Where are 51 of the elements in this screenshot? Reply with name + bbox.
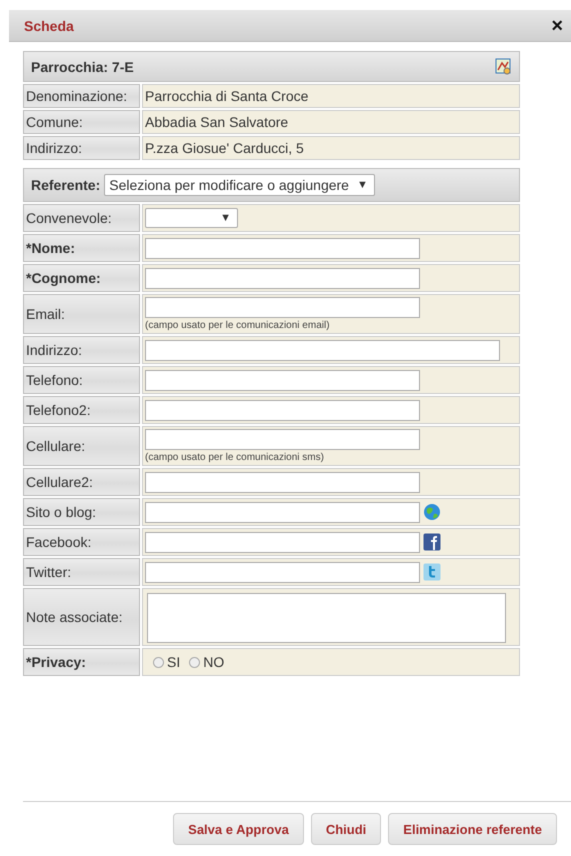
parish-title: Parrocchia: 7-E — [31, 58, 134, 74]
input-field[interactable] — [145, 472, 420, 492]
field-hint: (campo usato per le comunicazioni email) — [145, 320, 330, 331]
close-button[interactable]: × — [549, 16, 565, 36]
input-field[interactable] — [145, 532, 420, 552]
field-label: Note associate: — [23, 588, 140, 646]
field-label: Denominazione: — [23, 84, 140, 108]
globe-icon[interactable] — [423, 503, 441, 521]
field-label: *Nome: — [23, 234, 140, 262]
field-label: Email: — [23, 294, 140, 334]
t-logo-icon[interactable] — [423, 563, 441, 581]
field-label: Comune: — [23, 110, 140, 134]
input-field[interactable] — [145, 502, 420, 522]
field-label: Cellulare: — [23, 426, 140, 466]
referente-label: Referente: — [31, 177, 100, 193]
radio-label: NO — [203, 654, 224, 670]
footer-button[interactable]: Salva e Approva — [173, 813, 304, 845]
field-label: Facebook: — [23, 528, 140, 556]
radio-button[interactable] — [153, 656, 164, 668]
input-field[interactable] — [145, 268, 420, 288]
field-label: Twitter: — [23, 558, 140, 586]
field-label: Indirizzo: — [23, 136, 140, 160]
field-label: Sito o blog: — [23, 498, 140, 526]
field-label: Telefono: — [23, 366, 140, 394]
referente-select[interactable]: Seleziona per modificare o aggiungere ▼ — [104, 174, 375, 196]
radio-button[interactable] — [189, 656, 200, 668]
field-label: Telefono2: — [23, 396, 140, 424]
input-field[interactable] — [145, 400, 420, 420]
input-field[interactable] — [145, 429, 420, 450]
footer-button[interactable]: Eliminazione referente — [388, 813, 557, 845]
field-label: Indirizzo: — [23, 336, 140, 364]
field-value: P.zza Giosue' Carducci, 5 — [142, 136, 520, 160]
field-hint: (campo usato per le comunicazioni sms) — [145, 452, 324, 463]
map-search-icon[interactable] — [495, 58, 512, 75]
notes-field[interactable] — [147, 592, 506, 642]
input-field[interactable] — [145, 340, 500, 360]
field-label: *Cognome: — [23, 264, 140, 292]
input-field[interactable] — [145, 238, 420, 258]
field-label: Convenevole: — [23, 204, 140, 232]
field-label: *Privacy: — [23, 648, 140, 676]
radio-label: SI — [167, 654, 180, 670]
input-field[interactable] — [145, 370, 420, 390]
footer-button[interactable]: Chiudi — [310, 813, 382, 845]
window-title: Scheda — [24, 18, 74, 34]
field-value: Abbadia San Salvatore — [142, 110, 520, 134]
f-logo-icon[interactable] — [423, 533, 441, 551]
input-field[interactable] — [145, 297, 420, 318]
field-value: Parrocchia di Santa Croce — [142, 84, 520, 108]
select-field[interactable]: ▼ — [145, 208, 238, 228]
input-field[interactable] — [145, 562, 420, 582]
field-label: Cellulare2: — [23, 468, 140, 496]
